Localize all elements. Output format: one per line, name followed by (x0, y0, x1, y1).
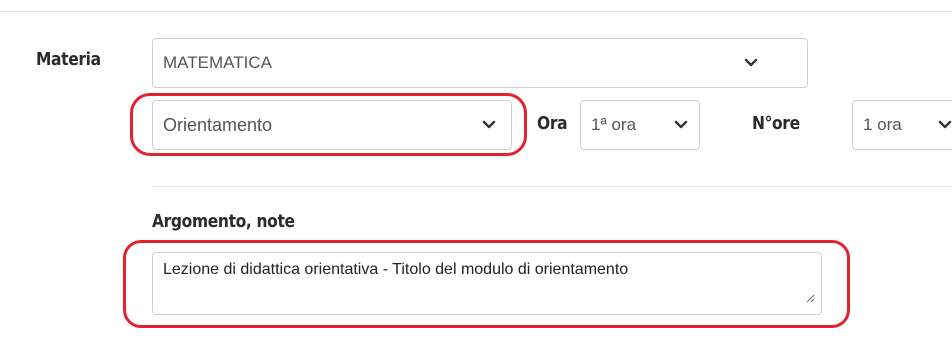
nore-value: 1 ora (863, 115, 902, 134)
section-divider (152, 186, 952, 187)
materia-label: Materia (36, 49, 101, 70)
argomento-label: Argomento, note (152, 211, 295, 232)
ora-value: 1ª ora (591, 115, 637, 134)
ora-select[interactable]: 1ª ora (580, 100, 700, 150)
argomento-textarea[interactable]: Lezione di didattica orientativa - Titol… (152, 252, 822, 315)
top-divider (0, 11, 952, 12)
resize-handle-icon[interactable] (805, 290, 815, 308)
tipo-value: Orientamento (163, 114, 273, 135)
materia-select[interactable]: MATEMATICA (152, 38, 808, 88)
chevron-down-icon (479, 101, 499, 149)
nore-label: N°ore (752, 113, 800, 134)
chevron-down-icon (935, 101, 952, 149)
ora-label: Ora (537, 113, 568, 134)
argomento-text: Lezione di didattica orientativa - Titol… (163, 261, 629, 278)
materia-value: MATEMATICA (163, 53, 272, 72)
chevron-down-icon (741, 39, 761, 87)
nore-select[interactable]: 1 ora (852, 100, 952, 150)
tipo-select[interactable]: Orientamento (152, 100, 512, 150)
chevron-down-icon (671, 101, 691, 149)
